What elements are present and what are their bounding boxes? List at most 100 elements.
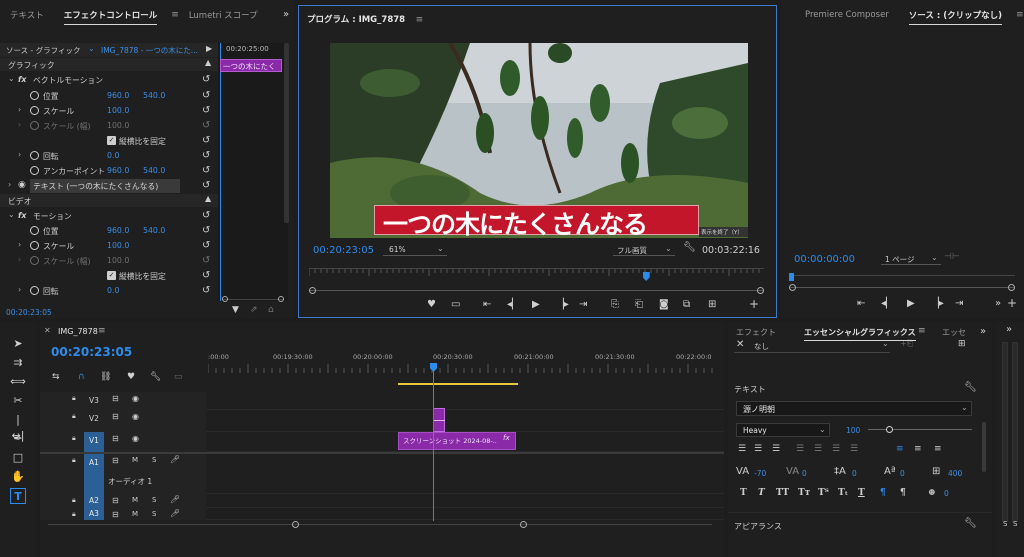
camera-icon[interactable]: ◙ bbox=[659, 299, 669, 310]
stopwatch-icon[interactable] bbox=[30, 241, 39, 250]
reset-icon[interactable]: ↺ bbox=[202, 90, 210, 101]
page-select[interactable]: 1 ページ ⌄ bbox=[881, 252, 941, 265]
sync-lock-icon[interactable]: ⊟ bbox=[112, 434, 119, 443]
comparison-view-icon[interactable]: ⧉ bbox=[683, 299, 690, 310]
reset-icon[interactable]: ↺ bbox=[202, 105, 210, 116]
align-middle-icon[interactable]: ≡ bbox=[914, 444, 922, 454]
collapse-up-icon[interactable]: ▲ bbox=[205, 58, 211, 67]
solo-left-button[interactable]: S bbox=[1003, 520, 1007, 528]
stopwatch-icon[interactable] bbox=[30, 151, 39, 160]
zoom-select[interactable]: 61% ⌄ bbox=[383, 244, 447, 256]
lock-icon[interactable]: 🔒︎ bbox=[72, 456, 76, 465]
vm-position-y[interactable]: 540.0 bbox=[143, 91, 165, 100]
text-layer-label[interactable]: テキスト (一つの木にたくさんなる) bbox=[30, 179, 180, 193]
more-controls-icon[interactable]: » bbox=[995, 298, 1001, 309]
vm-scale-value[interactable]: 100.0 bbox=[107, 106, 129, 115]
reset-icon[interactable]: ↺ bbox=[202, 180, 210, 191]
caption-box[interactable]: 一つの木にたくさんなる bbox=[374, 205, 699, 238]
type-tool-icon[interactable]: T bbox=[10, 488, 26, 504]
share-icon[interactable]: ⌂ bbox=[268, 305, 274, 315]
wrench-icon[interactable]: ⊣⊢ bbox=[944, 252, 960, 262]
slip-tool-icon[interactable]: |↔| bbox=[10, 412, 26, 442]
program-monitor-title[interactable]: プログラム : IMG_7878 bbox=[307, 15, 405, 25]
underline-button[interactable]: T bbox=[858, 488, 865, 498]
timeline-timecode[interactable]: 00:20:23:05 bbox=[51, 345, 132, 359]
zoom-handle-right[interactable] bbox=[520, 521, 527, 528]
kerning-value[interactable]: 0 bbox=[802, 469, 807, 478]
sync-lock-icon[interactable]: ⊟ bbox=[112, 456, 119, 465]
nest-icon[interactable]: ⇆ bbox=[52, 372, 60, 382]
justify-last-right-icon[interactable]: ☰ bbox=[832, 444, 840, 454]
zoom-handle-left[interactable] bbox=[789, 284, 796, 291]
expand-chevron-icon[interactable]: › bbox=[18, 150, 21, 159]
justify-last-center-icon[interactable]: ☰ bbox=[814, 444, 822, 454]
effect-controls-scrollbar[interactable] bbox=[284, 43, 289, 223]
motion-row[interactable]: ⌄ fx モーション ↺ bbox=[0, 209, 210, 224]
stopwatch-icon[interactable] bbox=[30, 286, 39, 295]
sync-lock-icon[interactable]: ⊟ bbox=[112, 412, 119, 421]
close-icon[interactable]: ✕ bbox=[44, 326, 51, 335]
vm-anchor-y[interactable]: 540.0 bbox=[143, 166, 165, 175]
fx-badge[interactable]: fx bbox=[18, 75, 26, 84]
tracking-value[interactable]: -70 bbox=[754, 469, 766, 478]
track-target-v2[interactable]: V2 bbox=[84, 410, 104, 432]
track-target-v3[interactable]: V3 bbox=[84, 392, 104, 410]
screenshot-clip-v1[interactable]: スクリーンショット 2024-08-.. fx bbox=[398, 432, 516, 450]
program-scrub-ruler[interactable] bbox=[309, 268, 764, 280]
align-right-icon[interactable]: ☰ bbox=[772, 444, 780, 454]
microphone-icon[interactable]: 🎤︎ bbox=[170, 495, 180, 504]
eg-scrollbar[interactable] bbox=[982, 422, 986, 472]
snap-magnet-icon[interactable]: ∩ bbox=[78, 372, 85, 382]
vm-anchor-x[interactable]: 960.0 bbox=[107, 166, 129, 175]
section-graphic[interactable]: グラフィック ▲ bbox=[0, 58, 218, 71]
panel-menu-icon[interactable]: ≡ bbox=[171, 10, 179, 20]
source-zoom-bar[interactable] bbox=[789, 284, 1015, 291]
mini-clip-bar[interactable]: 一つの木にたく bbox=[220, 59, 282, 72]
lift-icon[interactable]: ⎘ bbox=[611, 299, 619, 310]
m-rotation-value[interactable]: 0.0 bbox=[107, 286, 119, 295]
visibility-eye-icon[interactable]: ◉ bbox=[132, 394, 139, 403]
align-top-icon[interactable]: ≡ bbox=[896, 444, 904, 454]
microphone-icon[interactable]: 🎤︎ bbox=[170, 509, 180, 518]
leading-value[interactable]: 0 bbox=[852, 469, 857, 478]
reset-icon[interactable]: ↺ bbox=[202, 210, 210, 221]
panel-menu-icon[interactable]: ≡ bbox=[918, 326, 926, 336]
align-bottom-icon[interactable]: ≡ bbox=[934, 444, 942, 454]
play-icon[interactable]: ▶ bbox=[532, 299, 540, 310]
quality-select[interactable]: フル画質 ⌄ bbox=[613, 244, 675, 256]
faux-bold-button[interactable]: T bbox=[740, 488, 747, 498]
more-panels-icon[interactable]: » bbox=[283, 9, 289, 20]
reset-icon[interactable]: ↺ bbox=[202, 225, 210, 236]
track-target-a3[interactable]: A3 bbox=[84, 508, 104, 520]
visibility-eye-icon[interactable]: ◉ bbox=[132, 412, 139, 421]
safe-margins-icon[interactable]: ▭ bbox=[451, 299, 460, 310]
go-to-out-icon[interactable]: ⇥ bbox=[579, 299, 587, 310]
stopwatch-icon[interactable] bbox=[30, 166, 39, 175]
work-area-bar[interactable] bbox=[398, 383, 518, 385]
reset-icon[interactable]: ↺ bbox=[202, 135, 210, 146]
linked-selection-icon[interactable]: ⛓ bbox=[100, 372, 111, 382]
stopwatch-icon[interactable] bbox=[30, 91, 39, 100]
extract-icon[interactable]: ⎗ bbox=[635, 299, 643, 310]
go-to-in-icon[interactable]: ⇤ bbox=[857, 298, 865, 309]
tab-lumetri-scopes[interactable]: Lumetri スコープ bbox=[179, 9, 268, 21]
more-panels-icon[interactable]: » bbox=[980, 326, 986, 337]
fx-badge[interactable]: fx bbox=[18, 211, 26, 220]
add-button-icon[interactable]: + bbox=[1007, 296, 1017, 310]
play-only-audio-icon[interactable]: ▶ bbox=[206, 44, 212, 53]
close-icon[interactable]: ✕ bbox=[736, 339, 744, 350]
vm-rotation-value[interactable]: 0.0 bbox=[107, 151, 119, 160]
tab-width-value[interactable]: 400 bbox=[948, 469, 962, 478]
add-marker-icon[interactable]: ♥︎ bbox=[127, 372, 135, 382]
ripple-edit-tool-icon[interactable]: ⟺ bbox=[10, 374, 26, 390]
lock-icon[interactable]: 🔒︎ bbox=[72, 434, 76, 443]
mute-toggle[interactable]: M bbox=[132, 496, 138, 504]
microphone-icon[interactable]: 🎤︎ bbox=[170, 455, 180, 464]
zoom-handle-left[interactable] bbox=[222, 296, 228, 302]
visibility-eye-icon[interactable]: ◉ bbox=[18, 180, 26, 190]
wrench-icon[interactable]: 🔧︎ bbox=[964, 382, 977, 393]
tab-effects[interactable]: エフェクト bbox=[736, 327, 776, 338]
expand-chevron-icon[interactable]: › bbox=[8, 180, 11, 189]
small-caps-button[interactable]: Tт bbox=[798, 488, 810, 498]
rectangle-tool-icon[interactable]: □ bbox=[10, 450, 26, 466]
